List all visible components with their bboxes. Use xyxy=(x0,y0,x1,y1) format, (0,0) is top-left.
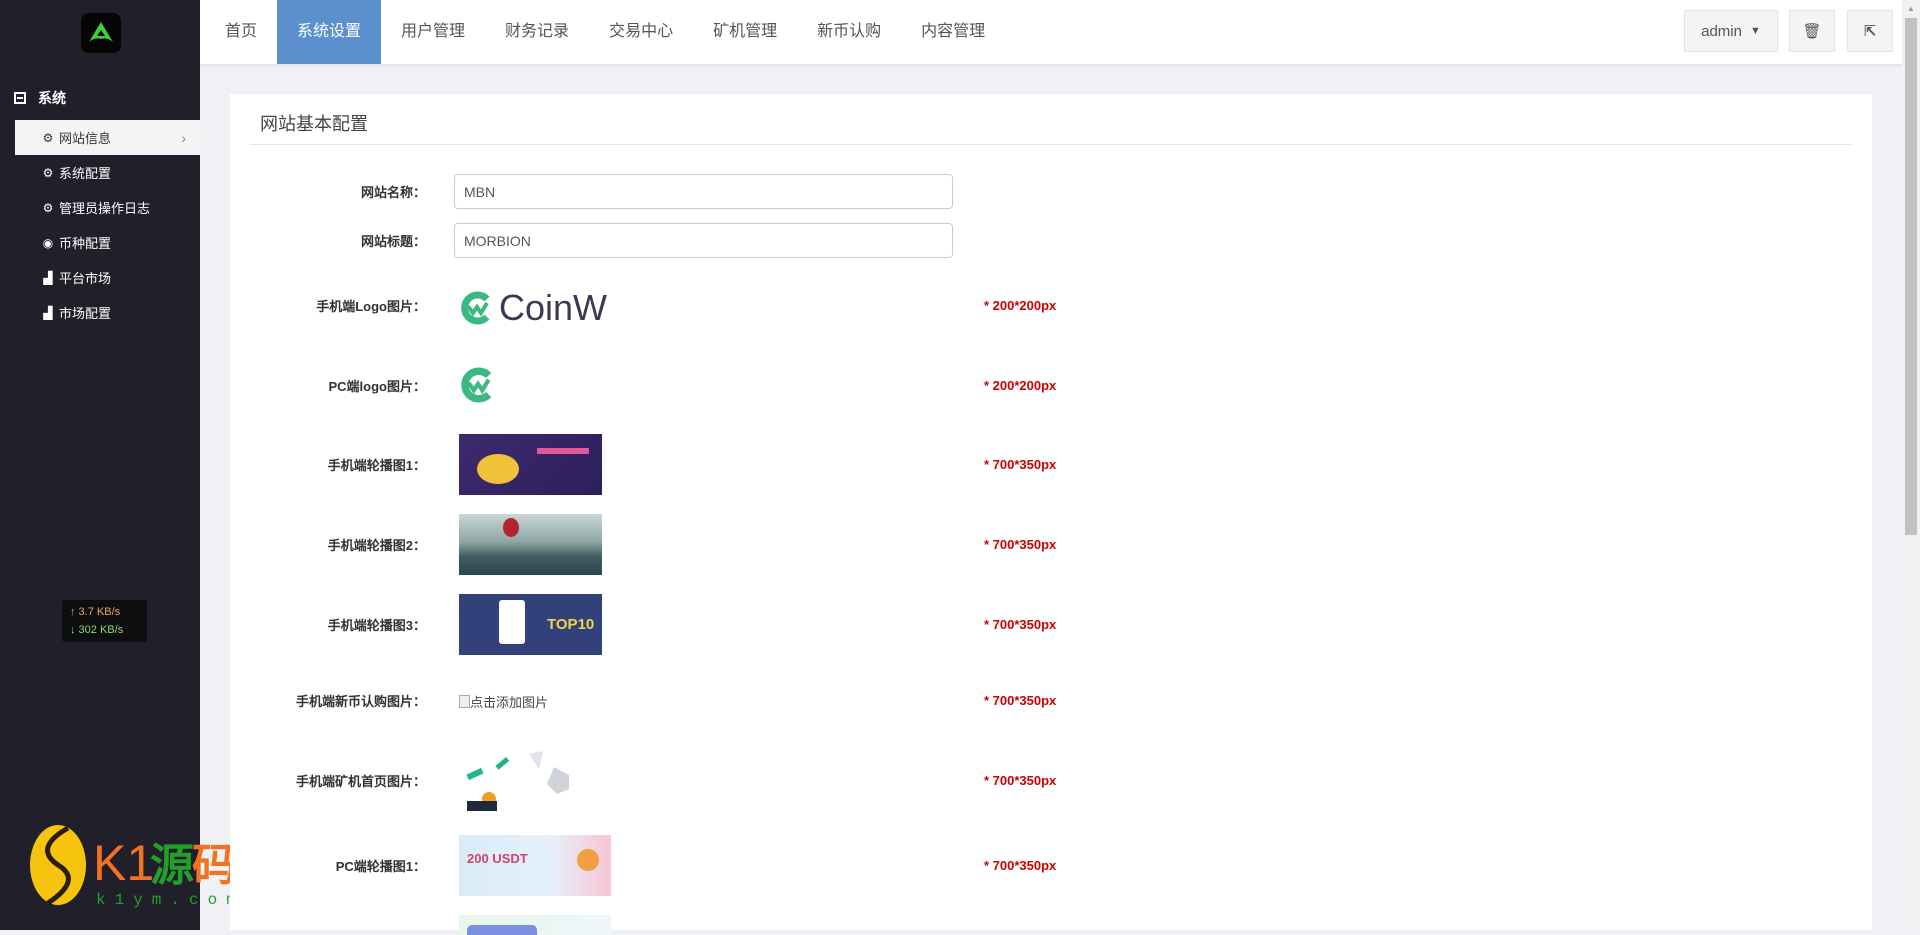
sidebar: 系统 ⚙ 网站信息 › ⚙ 系统配置 ⚙ 管理员操作日志 ◉ 币种配置 ▟ 平台市场 ▟ 市场… xyxy=(0,0,200,930)
app-logo[interactable] xyxy=(81,13,121,53)
collapse-icon[interactable] xyxy=(14,92,26,104)
pc-banner-1-image[interactable]: 200 USDT xyxy=(459,835,611,896)
page-title: 网站基本配置 xyxy=(260,114,368,134)
form-row-new-coin-image: 手机端新币认购图片： 点击添加图片 * 700*350px xyxy=(295,692,1057,711)
broken-image-icon xyxy=(459,695,470,708)
pc-logo-image[interactable] xyxy=(459,367,495,408)
sidebar-item-system-config[interactable]: ⚙ 系统配置 xyxy=(15,155,200,190)
banner-button-graphic xyxy=(467,925,537,935)
chevron-right-icon: › xyxy=(181,129,186,146)
banner-text-graphic xyxy=(537,448,589,454)
form-row-site-name: 网站名称： xyxy=(230,174,1872,209)
clear-cache-button[interactable]: 🗑 xyxy=(1789,10,1835,52)
trash-icon: 🗑 xyxy=(1802,23,1822,40)
site-name-input[interactable] xyxy=(454,174,953,209)
bar-chart-icon: ▟ xyxy=(43,270,53,285)
scrollbar-thumb[interactable] xyxy=(1905,18,1917,535)
site-title-input[interactable] xyxy=(454,223,953,258)
gear-icon: ⚙ xyxy=(42,200,54,215)
coin-graphic xyxy=(577,849,599,871)
page-scrollbar[interactable]: ▲ xyxy=(1902,0,1920,930)
form-row-mobile-banner-3: 手机端轮播图3： TOP10 * 700*350px xyxy=(230,594,1872,655)
sidebar-item-market-config[interactable]: ▟ 市场配置 xyxy=(15,295,200,330)
mobile-banner-1-image[interactable] xyxy=(459,434,602,495)
network-speed-widget: ↑ 3.7 KB/s ↓ 302 KB/s xyxy=(62,600,147,642)
upload-speed: ↑ 3.7 KB/s xyxy=(70,606,121,618)
form-row-pc-logo: PC端logo图片： * 200*200px xyxy=(230,367,1872,403)
logout-button[interactable]: ⇱ xyxy=(1847,10,1893,52)
form-row-miner-home-image: 手机端矿机首页图片： * 700*350px xyxy=(230,749,1872,811)
money-bag-graphic xyxy=(477,454,519,484)
balloon-graphic xyxy=(503,518,519,537)
mobile-banner-2-image[interactable] xyxy=(459,514,602,575)
tab-miner-management[interactable]: 矿机管理 xyxy=(693,0,797,64)
sidebar-item-admin-log[interactable]: ⚙ 管理员操作日志 xyxy=(15,190,200,225)
download-speed: ↓ 302 KB/s xyxy=(70,624,124,636)
logo-icon xyxy=(89,22,113,42)
form-row-pc-banner-1: PC端轮播图1： 200 USDT * 700*350px xyxy=(230,835,1872,896)
new-coin-image-placeholder[interactable]: 点击添加图片 xyxy=(459,692,548,711)
tab-user-management[interactable]: 用户管理 xyxy=(381,0,485,64)
menu-section-system[interactable]: 系统 xyxy=(14,88,66,108)
tab-trading-center[interactable]: 交易中心 xyxy=(589,0,693,64)
scroll-up-icon[interactable]: ▲ xyxy=(1907,4,1915,13)
mobile-banner-3-image[interactable]: TOP10 xyxy=(459,594,602,655)
user-menu-button[interactable]: admin ▼ xyxy=(1684,10,1778,52)
gear-icon: ⚙ xyxy=(42,130,54,145)
caret-down-icon: ▼ xyxy=(1749,25,1761,37)
tab-content-management[interactable]: 内容管理 xyxy=(901,0,1005,64)
form-row-mobile-banner-2: 手机端轮播图2： * 700*350px xyxy=(230,514,1872,575)
sidebar-item-platform-market[interactable]: ▟ 平台市场 xyxy=(15,260,200,295)
top-navbar: 首页 系统设置 用户管理 财务记录 交易中心 矿机管理 新币认购 内容管理 ad… xyxy=(200,0,1920,64)
phone-graphic xyxy=(499,600,525,644)
tab-system-settings[interactable]: 系统设置 xyxy=(277,0,382,64)
tab-new-coin-subscription[interactable]: 新币认购 xyxy=(797,0,901,64)
sidebar-item-coin-config[interactable]: ◉ 币种配置 xyxy=(15,225,200,260)
sidebar-item-site-info[interactable]: ⚙ 网站信息 › xyxy=(15,120,200,155)
bar-chart-icon: ▟ xyxy=(43,305,53,320)
divider xyxy=(250,144,1852,145)
tab-home[interactable]: 首页 xyxy=(205,0,277,64)
miner-home-image[interactable] xyxy=(459,749,579,811)
site-config-card: 网站基本配置 网站名称： 网站标题： 手机端Logo图片： CoinW * 20… xyxy=(230,94,1872,935)
coinw-logo-icon xyxy=(461,291,490,325)
form-row-site-title: 网站标题： xyxy=(230,223,1872,258)
tab-finance-records[interactable]: 财务记录 xyxy=(485,0,589,64)
logout-icon: ⇱ xyxy=(1863,23,1877,40)
mobile-logo-image[interactable]: CoinW xyxy=(459,287,607,329)
form-row-mobile-banner-1: 手机端轮播图1： * 700*350px xyxy=(230,434,1872,495)
pc-banner-2-image[interactable] xyxy=(459,915,611,935)
coinw-logo-icon xyxy=(461,367,492,403)
form-row-mobile-logo: 手机端Logo图片： CoinW * 200*200px xyxy=(316,287,1057,328)
circle-icon: ◉ xyxy=(42,235,54,250)
gear-icon: ⚙ xyxy=(42,165,54,180)
